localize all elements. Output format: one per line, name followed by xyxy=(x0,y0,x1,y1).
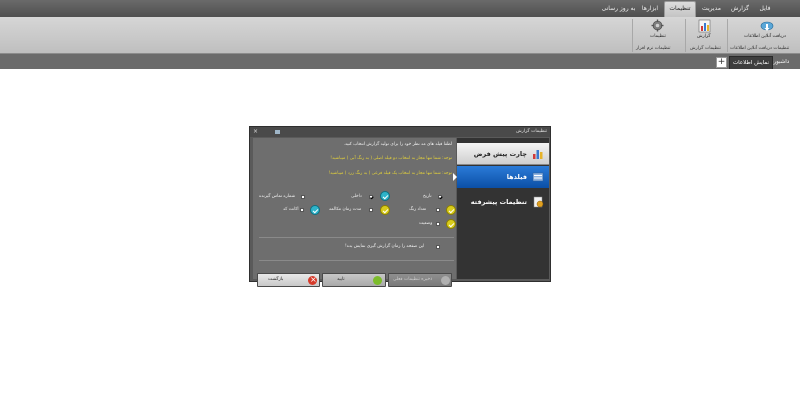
advanced-settings-icon xyxy=(533,196,544,208)
report-settings-button[interactable]: گزارش xyxy=(690,17,720,45)
side-item-label: فیلدها xyxy=(506,173,527,181)
software-settings-button[interactable]: تنظیمات xyxy=(640,17,676,45)
divider xyxy=(259,260,454,261)
bar-chart-icon xyxy=(533,150,543,159)
instruction-text: لطفا فیلد های مد نظر خود را برای تولید گ… xyxy=(343,142,452,147)
menu-update[interactable]: به روز رسانی xyxy=(600,2,637,16)
menu-tools[interactable]: ابزارها xyxy=(638,2,662,16)
secondary-field-check-icon xyxy=(446,219,456,229)
ring-count-label: تعداد زنگ xyxy=(409,207,427,212)
ribbon-separator xyxy=(632,19,633,52)
add-tab-button[interactable]: + xyxy=(716,57,727,68)
secondary-field-check-icon xyxy=(446,205,456,215)
account-code-checkbox[interactable] xyxy=(300,208,304,212)
ribbon-separator xyxy=(685,19,686,52)
receive-group-label: تنظیمات دریافت آنلاین اطلاعات xyxy=(730,46,790,51)
menu-settings[interactable]: تنظیمات xyxy=(664,1,696,17)
talk-duration-checkbox[interactable] xyxy=(369,208,373,212)
save-settings-label: ذخیره تنظیمات فعلی xyxy=(393,277,433,282)
report-group-label: تنظیمات گزارش xyxy=(690,46,721,51)
report-icon xyxy=(698,19,711,33)
software-settings-label: تنظیمات xyxy=(650,34,666,39)
dialog-close-button[interactable]: × xyxy=(253,127,258,137)
ok-button[interactable]: تایید xyxy=(322,273,386,287)
tab-show-info[interactable]: نمایش اطلاعات xyxy=(729,56,773,69)
dialog-side-nav: چارت پیش فرض فیلدها تنظیمات پیشرفته xyxy=(453,138,549,279)
dialog-title: تنظیمات گزارش xyxy=(516,129,547,134)
menu-management[interactable]: مدیریت xyxy=(697,2,726,16)
side-item-advanced-settings[interactable]: تنظیمات پیشرفته xyxy=(457,191,549,213)
date-label: تاریخ xyxy=(423,194,432,199)
dialog-title-bar: تنظیمات گزارش xyxy=(250,127,550,137)
caller-number-checkbox[interactable] xyxy=(301,195,305,199)
primary-field-check-icon xyxy=(380,191,390,201)
check-icon xyxy=(373,276,382,285)
status-label: وضعیت xyxy=(419,221,433,226)
ribbon: دریافت آنلاین اطلاعات تنظیمات دریافت آنل… xyxy=(0,17,800,54)
side-item-label: چارت پیش فرض xyxy=(473,150,527,158)
menu-bar: فایل گزارش مدیریت تنظیمات ابزارها به روز… xyxy=(0,0,800,17)
internal-checkbox[interactable] xyxy=(369,195,373,199)
dialog-app-icon xyxy=(275,130,280,134)
account-code-label: اکانت کد xyxy=(283,207,299,212)
ribbon-separator xyxy=(727,19,728,52)
secondary-field-note: توجه: شما تنها مجاز به انتخاب یک فیلد فر… xyxy=(328,171,452,176)
fields-panel: لطفا فیلد های مد نظر خود را برای تولید گ… xyxy=(253,138,456,287)
menu-file[interactable]: فایل xyxy=(754,2,776,16)
receive-online-label: دریافت آنلاین اطلاعات xyxy=(744,34,786,39)
status-checkbox[interactable] xyxy=(436,222,440,226)
side-item-fields[interactable]: فیلدها xyxy=(453,166,549,188)
software-group-label: تنظیمات نرم افزار xyxy=(636,46,671,51)
show-on-startup-label: این صفحه را زمان گزارش گیری نمایش بده! xyxy=(345,244,425,249)
gear-icon xyxy=(651,19,664,32)
divider xyxy=(259,237,454,238)
document-tab-strip: داشبورد نمایش اطلاعات xyxy=(0,54,800,69)
primary-fields-note: توجه: شما تنها مجاز به انتخاب دو فیلد اص… xyxy=(330,156,452,161)
primary-field-check-icon xyxy=(310,205,320,215)
fields-icon xyxy=(532,172,544,182)
caller-number-label: شماره تماس گیرنده xyxy=(259,194,296,199)
internal-label: داخلی xyxy=(351,194,362,199)
cloud-download-icon xyxy=(760,21,774,31)
back-button[interactable]: بازگشت xyxy=(257,273,320,287)
ring-count-checkbox[interactable] xyxy=(436,208,440,212)
save-settings-button[interactable]: ذخیره تنظیمات فعلی xyxy=(388,273,452,287)
cancel-icon xyxy=(308,274,317,286)
ok-button-label: تایید xyxy=(337,277,345,282)
side-item-default-chart[interactable]: چارت پیش فرض xyxy=(457,143,549,165)
menu-report[interactable]: گزارش xyxy=(727,2,753,16)
back-button-label: بازگشت xyxy=(268,277,284,282)
show-on-startup-checkbox[interactable] xyxy=(436,245,440,249)
date-checkbox[interactable] xyxy=(438,195,442,199)
side-item-label: تنظیمات پیشرفته xyxy=(470,198,527,206)
talk-duration-label: مدت زمان مکالمه xyxy=(329,207,362,212)
save-icon xyxy=(441,276,450,285)
selection-arrow-icon xyxy=(453,173,457,181)
secondary-field-check-icon xyxy=(380,205,390,215)
report-settings-dialog: تنظیمات گزارش × لطفا فیلد های مد نظر خود… xyxy=(249,126,551,287)
report-label: گزارش xyxy=(697,34,711,39)
